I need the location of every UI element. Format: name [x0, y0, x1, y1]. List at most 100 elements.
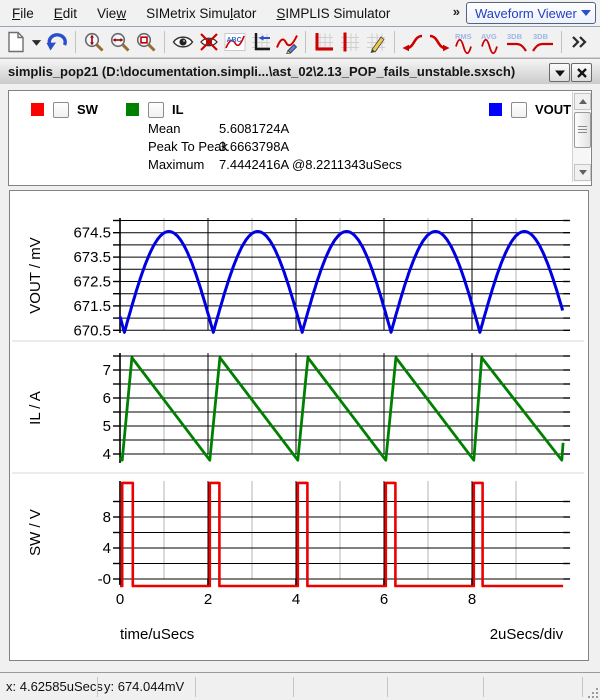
application-window: FileEditViewSIMetrix SimulatorSIMPLIS Si… [0, 0, 600, 700]
close-button[interactable] [571, 63, 592, 82]
status-separator [483, 677, 484, 697]
vout-curve-checkbox[interactable] [511, 102, 527, 118]
stat-value-peak-to-peak: 3.6663798A [219, 139, 289, 154]
svg-text:8: 8 [468, 591, 476, 608]
x-scale-readout: 2uSecs/div [490, 626, 564, 643]
il-curve-checkbox[interactable] [148, 102, 164, 118]
menu-edit[interactable]: Edit [44, 2, 87, 25]
svg-text:2: 2 [204, 591, 212, 608]
toolbar: ABC RMS AVG 3DB 3DB [0, 27, 600, 58]
svg-text:SW / V: SW / V [27, 509, 44, 556]
cursor-y-readout: y: 674.044mV [104, 679, 184, 694]
triangle-up-icon [579, 99, 587, 104]
cursor-x-readout: x: 4.62585uSecs [6, 679, 103, 694]
x-axis-title: time/uSecs [120, 626, 194, 643]
lowpass-3db-button[interactable]: 3DB [505, 30, 529, 54]
svg-text:672.5: 672.5 [73, 274, 111, 291]
curve-label-button[interactable]: ABC [223, 30, 247, 54]
rms-measure-icon: RMS [453, 30, 477, 54]
document-title: simplis_pop21 (D:\documentation.simpli..… [0, 64, 515, 79]
more-tools-button[interactable] [568, 30, 592, 54]
svg-text:8: 8 [103, 509, 111, 526]
toolbar-separator [394, 31, 395, 53]
main-axis-button[interactable] [312, 30, 336, 54]
zoom-x-fit-icon [108, 30, 132, 54]
svg-text:5: 5 [103, 418, 111, 435]
svg-text:RMS: RMS [455, 32, 472, 41]
highpass-3db-button[interactable]: 3DB [531, 30, 555, 54]
zoom-y-fit-button[interactable] [82, 30, 106, 54]
hide-curve-button[interactable] [197, 30, 221, 54]
mode-selector-value: Waveform Viewer [467, 6, 577, 21]
status-separator [582, 677, 583, 697]
toolbar-separator [164, 31, 165, 53]
avg-measure-icon: AVG [479, 30, 503, 54]
legend-scrollbar[interactable] [572, 92, 590, 182]
menu-overflow-chevron[interactable]: » [453, 4, 460, 19]
rise-time-measure-button[interactable] [401, 30, 425, 54]
new-graph-icon [4, 30, 28, 54]
add-axis-button[interactable] [249, 30, 273, 54]
svg-text:4: 4 [292, 591, 300, 608]
undo-zoom-icon [45, 30, 69, 54]
edit-grid-button[interactable] [364, 30, 388, 54]
stat-value-mean: 5.6081724A [219, 121, 289, 136]
svg-text:670.5: 670.5 [73, 322, 111, 339]
fall-time-measure-button[interactable] [427, 30, 451, 54]
zoom-x-fit-button[interactable] [108, 30, 132, 54]
il-trace[interactable] [120, 358, 563, 461]
waveform-viewer-client: SW IL Mean 5.6081724A Peak To Peak 3.666… [0, 84, 600, 672]
stat-value-maximum: 7.4442416A @8.2211343uSecs [219, 157, 402, 172]
resize-grip[interactable] [585, 685, 598, 698]
sw-trace[interactable] [120, 483, 563, 586]
svg-text:674.5: 674.5 [73, 225, 111, 242]
sw-legend-label: SW [77, 102, 98, 117]
rms-measure-button[interactable]: RMS [453, 30, 477, 54]
vertical-grid-button[interactable] [338, 30, 362, 54]
svg-text:7: 7 [103, 362, 111, 379]
graph-history-dropdown-icon [30, 30, 43, 54]
document-title-bar[interactable]: simplis_pop21 (D:\documentation.simpli..… [0, 58, 600, 85]
svg-text:-0: -0 [98, 571, 111, 588]
edit-curve-button[interactable] [275, 30, 299, 54]
mode-selector-combo[interactable]: Waveform Viewer [466, 2, 596, 24]
status-separator [97, 677, 98, 697]
svg-text:IL / A: IL / A [27, 391, 44, 425]
graph-panel: 674.5673.5672.5671.5670.5VOUT / mV7654IL… [9, 190, 589, 661]
menu-file[interactable]: File [2, 2, 44, 25]
sw-curve-checkbox[interactable] [53, 102, 69, 118]
toolbar-separator [561, 31, 562, 53]
highpass-3db-icon: 3DB [531, 30, 555, 54]
svg-text:6: 6 [380, 591, 388, 608]
graph-history-dropdown-button[interactable] [30, 30, 43, 54]
window-menu-icon [554, 68, 566, 78]
add-axis-icon [249, 30, 273, 54]
svg-text:6: 6 [103, 390, 111, 407]
window-menu-button[interactable] [549, 63, 570, 82]
scroll-up-button[interactable] [574, 93, 591, 110]
avg-measure-button[interactable]: AVG [479, 30, 503, 54]
show-curve-button[interactable] [171, 30, 195, 54]
scrollbar-thumb[interactable] [574, 112, 591, 148]
svg-text:673.5: 673.5 [73, 249, 111, 266]
scroll-down-button[interactable] [574, 164, 591, 181]
svg-text:0: 0 [116, 591, 124, 608]
new-graph-button[interactable] [4, 30, 28, 54]
zoom-rectangle-button[interactable] [134, 30, 158, 54]
menu-simplis-simulator[interactable]: SIMPLIS Simulator [266, 2, 400, 25]
chevron-down-icon[interactable] [577, 10, 595, 16]
waveform-plot[interactable]: 674.5673.5672.5671.5670.5VOUT / mV7654IL… [10, 191, 588, 660]
menu-simetrix-simulator[interactable]: SIMetrix Simulator [136, 2, 266, 25]
svg-text:3DB: 3DB [507, 32, 523, 41]
hide-curve-icon [197, 30, 221, 54]
status-separator [195, 677, 196, 697]
svg-text:4: 4 [103, 446, 111, 463]
menu-view[interactable]: View [87, 2, 136, 25]
show-curve-icon [171, 30, 195, 54]
stat-label-peak-to-peak: Peak To Peak [148, 139, 228, 154]
svg-text:VOUT / mV: VOUT / mV [27, 237, 44, 313]
edit-curve-icon [275, 30, 299, 54]
toolbar-separator [305, 31, 306, 53]
undo-zoom-button[interactable] [45, 30, 69, 54]
zoom-rectangle-icon [134, 30, 158, 54]
